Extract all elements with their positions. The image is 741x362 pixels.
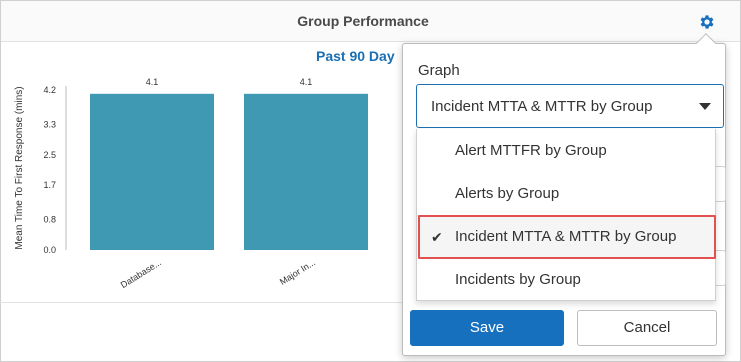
bar-data-label: 4.1	[146, 77, 159, 87]
dropdown-option[interactable]: Alert MTTFR by Group	[417, 129, 715, 172]
bar	[244, 93, 368, 250]
chart-divider	[0, 302, 420, 303]
selection-highlight-box	[418, 215, 716, 259]
y-tick-label: 0.0	[43, 245, 56, 255]
x-tick-label: Major In...	[278, 257, 317, 287]
x-tick-label: Database...	[119, 257, 163, 290]
y-axis-label: Mean Time To First Response (mins)	[14, 86, 25, 249]
y-tick-label: 3.3	[43, 119, 56, 129]
graph-select[interactable]: Incident MTTA & MTTR by Group	[416, 84, 724, 128]
chevron-down-icon[interactable]	[699, 103, 711, 110]
save-button[interactable]: Save	[410, 310, 564, 346]
y-tick-label: 4.2	[43, 85, 56, 95]
bar	[90, 93, 214, 250]
dropdown-option-label: Incidents by Group	[455, 271, 581, 288]
cancel-button[interactable]: Cancel	[577, 310, 717, 346]
dropdown-option-label: Alerts by Group	[455, 185, 560, 202]
gear-icon[interactable]	[698, 13, 716, 31]
bar-chart: 4.2 3.3 2.5 1.7 0.8 0.0 Mean Time To First Res…	[14, 77, 368, 290]
widget-title: Group Performance	[297, 13, 429, 29]
y-tick-label: 2.5	[43, 150, 56, 160]
dropdown-option[interactable]: Alerts by Group	[417, 172, 715, 215]
bar-data-label: 4.1	[300, 77, 313, 87]
y-tick-label: 1.7	[43, 180, 56, 190]
dropdown-option-label: Alert MTTFR by Group	[455, 142, 607, 159]
graph-label: Graph	[418, 62, 460, 79]
graph-select-value: Incident MTTA & MTTR by Group	[431, 98, 653, 115]
y-tick-label: 0.8	[43, 215, 56, 225]
dropdown-option[interactable]: Incidents by Group	[417, 258, 715, 301]
widget-header: Group Performance	[1, 1, 740, 42]
